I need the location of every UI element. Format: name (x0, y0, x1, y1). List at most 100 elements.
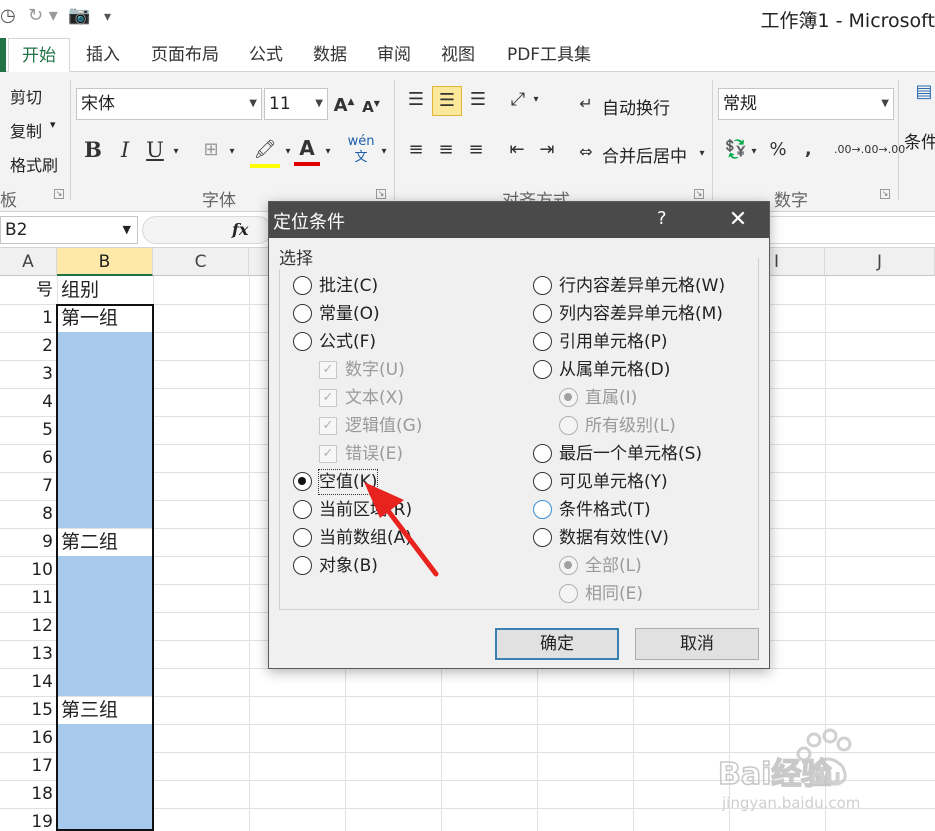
borders-dropdown-icon[interactable]: ▾ (226, 138, 238, 166)
align-center-icon[interactable]: ≡ (432, 136, 460, 164)
radio-icon[interactable] (533, 304, 552, 323)
blank-cell[interactable] (57, 360, 152, 388)
comma-button[interactable]: ‚ (796, 136, 820, 164)
radio-icon[interactable] (293, 528, 312, 547)
radio-icon[interactable] (533, 500, 552, 519)
column-header-j[interactable]: J (825, 248, 935, 276)
option-right_options-3[interactable]: 从属单元格(D) (533, 358, 753, 382)
font-color-dropdown-icon[interactable]: ▾ (322, 138, 334, 166)
radio-icon[interactable] (533, 276, 552, 295)
radio-icon[interactable] (293, 472, 312, 491)
alignment-launcher-icon[interactable]: ↘ (694, 189, 704, 199)
cut-button[interactable]: 剪切 (10, 84, 42, 108)
help-icon[interactable]: ? (657, 208, 667, 229)
wrap-text-icon[interactable]: ↵ (574, 90, 598, 118)
shrink-font-icon[interactable]: A▼ (360, 90, 382, 121)
customize-qat-icon[interactable]: ▾ (104, 9, 111, 25)
row-number-cell[interactable]: 12 (0, 612, 56, 640)
radio-icon[interactable] (533, 444, 552, 463)
grow-font-icon[interactable]: A▲ (332, 88, 356, 120)
row-number-cell[interactable]: 9 (0, 528, 56, 556)
option-right_options-1[interactable]: 列内容差异单元格(M) (533, 302, 753, 326)
increase-indent-icon[interactable]: ⇥ (534, 136, 560, 164)
percent-button[interactable]: % (766, 136, 790, 164)
align-bottom-icon[interactable]: ☰ (464, 86, 492, 114)
phonetic-guide-icon[interactable]: wén文 (344, 134, 378, 166)
row-number-cell[interactable]: 3 (0, 360, 56, 388)
radio-icon[interactable] (293, 276, 312, 295)
row-number-cell[interactable]: 6 (0, 444, 56, 472)
blank-cell[interactable] (57, 416, 152, 444)
blank-cell[interactable] (57, 640, 152, 668)
row-number-cell[interactable]: 11 (0, 584, 56, 612)
font-color-icon[interactable]: A (294, 134, 320, 166)
row-number-cell[interactable]: 4 (0, 388, 56, 416)
conditional-format-icon[interactable]: ▤ (912, 78, 935, 106)
wrap-text-button[interactable]: 自动换行 (602, 94, 670, 119)
camera-icon[interactable]: 📷 (68, 5, 90, 26)
row-number-cell[interactable]: 16 (0, 724, 56, 752)
file-tab-edge[interactable] (0, 38, 6, 72)
cancel-button[interactable]: 取消 (635, 628, 759, 660)
phonetic-dropdown-icon[interactable]: ▾ (378, 138, 390, 166)
option-right_options-2[interactable]: 引用单元格(P) (533, 330, 753, 354)
ok-button[interactable]: 确定 (495, 628, 619, 660)
option-left_options-2[interactable]: 公式(F) (293, 330, 513, 354)
align-left-icon[interactable]: ≡ (402, 136, 430, 164)
align-top-icon[interactable]: ☰ (402, 86, 430, 114)
row-number-cell[interactable]: 7 (0, 472, 56, 500)
tab-view[interactable]: 视图 (430, 38, 486, 72)
tab-page-layout[interactable]: 页面布局 (140, 38, 230, 72)
currency-icon[interactable]: 💱 (722, 136, 750, 164)
tab-home[interactable]: 开始 (8, 38, 70, 72)
radio-icon[interactable] (293, 332, 312, 351)
conditional-format-button[interactable]: 条件 (904, 128, 935, 153)
option-right_options-8[interactable]: 条件格式(T) (533, 498, 753, 522)
decrease-indent-icon[interactable]: ⇤ (504, 136, 530, 164)
row-number-cell[interactable]: 2 (0, 332, 56, 360)
column-header-a[interactable]: A (0, 248, 57, 276)
row-number-cell[interactable]: 13 (0, 640, 56, 668)
radio-icon[interactable] (533, 472, 552, 491)
number-launcher-icon[interactable]: ↘ (880, 189, 890, 199)
number-format-combo[interactable]: 常规 ▼ (718, 88, 894, 120)
align-right-icon[interactable]: ≡ (462, 136, 490, 164)
merge-center-icon[interactable]: ⇔ (574, 138, 598, 166)
copy-dropdown-icon[interactable]: ▾ (50, 118, 56, 131)
tab-review[interactable]: 审阅 (366, 38, 422, 72)
option-right_options-9[interactable]: 数据有效性(V) (533, 526, 753, 550)
underline-button[interactable]: U (142, 136, 168, 164)
blank-cell[interactable] (57, 612, 152, 640)
row-number-cell[interactable]: 14 (0, 668, 56, 696)
orientation-dropdown-icon[interactable]: ▾ (530, 86, 542, 114)
font-size-combo[interactable]: 11 ▼ (264, 88, 328, 120)
blank-cell[interactable] (57, 500, 152, 528)
tab-data[interactable]: 数据 (302, 38, 358, 72)
save-icon[interactable]: ◷ (0, 5, 16, 26)
row-number-cell[interactable]: 17 (0, 752, 56, 780)
font-launcher-icon[interactable]: ↘ (376, 189, 386, 199)
tab-pdf-tools[interactable]: PDF工具集 (494, 38, 604, 72)
radio-icon[interactable] (293, 304, 312, 323)
blank-cell[interactable] (57, 808, 152, 831)
insert-function-icon[interactable]: fx (232, 220, 248, 239)
tab-formulas[interactable]: 公式 (238, 38, 294, 72)
row-number-cell[interactable]: 19 (0, 808, 56, 831)
fill-color-icon[interactable]: 🖍 (250, 136, 280, 168)
radio-icon[interactable] (293, 556, 312, 575)
group-name-cell[interactable]: 第三组 (57, 696, 152, 724)
option-right_options-0[interactable]: 行内容差异单元格(W) (533, 274, 753, 298)
increase-decimal-button[interactable]: .00→.0 (834, 136, 871, 164)
option-right_options-6[interactable]: 最后一个单元格(S) (533, 442, 753, 466)
blank-cell[interactable] (57, 780, 152, 808)
option-left_options-1[interactable]: 常量(O) (293, 302, 513, 326)
row-number-cell[interactable]: 10 (0, 556, 56, 584)
blank-cell[interactable] (57, 472, 152, 500)
blank-cell[interactable] (57, 332, 152, 360)
merge-dropdown-icon[interactable]: ▾ (696, 140, 708, 168)
blank-cell[interactable] (57, 444, 152, 472)
row-number-cell[interactable]: 1 (0, 304, 56, 332)
blank-cell[interactable] (57, 584, 152, 612)
option-left_options-0[interactable]: 批注(C) (293, 274, 513, 298)
name-box[interactable]: B2 ▼ (0, 216, 138, 244)
